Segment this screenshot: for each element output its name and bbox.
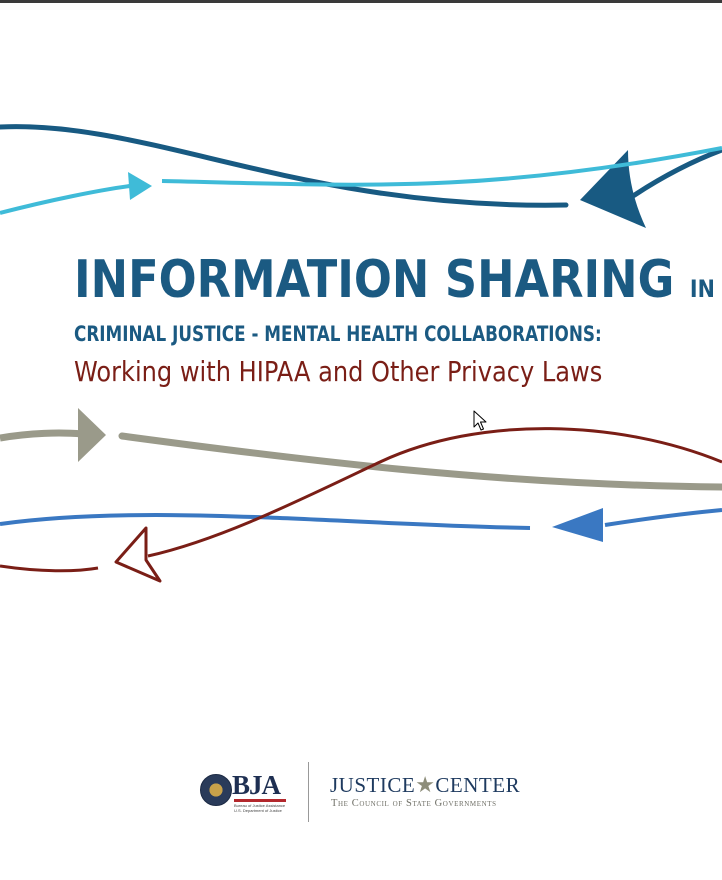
arrow-mid-blue-tip [552, 508, 603, 542]
logo-divider [308, 762, 309, 822]
arrow-gray-left [0, 429, 83, 442]
star-icon: ★ [415, 772, 436, 797]
justice-center-logo: JUSTICE★CENTER [330, 772, 520, 798]
arrow-red-tail [0, 564, 99, 573]
main-title-suffix: IN [689, 275, 715, 303]
main-title-text: INFORMATION SHARING [74, 250, 675, 310]
bja-caption: Bureau of Justice Assistance U.S. Depart… [234, 803, 286, 813]
bja-stripe [234, 799, 286, 802]
arrow-light-blue-tip [128, 172, 152, 200]
mouse-pointer-icon [473, 410, 487, 431]
justice-center-right: CENTER [435, 773, 521, 797]
main-title: INFORMATION SHARING IN [74, 252, 715, 317]
justice-center-left: JUSTICE [330, 773, 416, 797]
arrow-light-blue [0, 184, 131, 215]
arrow-gray-main [118, 432, 722, 491]
doj-seal-icon [200, 774, 232, 806]
footer-logos: BJA Bureau of Justice Assistance U.S. De… [200, 762, 530, 824]
title-block: INFORMATION SHARING IN CRIMINAL JUSTICE … [74, 252, 715, 389]
subtitle: CRIMINAL JUSTICE - MENTAL HEALTH COLLABO… [74, 322, 602, 346]
justice-center-subtitle: The Council of State Governments [331, 798, 497, 809]
arrow-mid-blue-right [604, 508, 722, 527]
decorative-arrows [0, 124, 722, 583]
arrow-gray-tip [78, 408, 106, 462]
bja-logo-text: BJA [232, 770, 281, 800]
tagline: Working with HIPAA and Other Privacy Law… [74, 355, 603, 388]
